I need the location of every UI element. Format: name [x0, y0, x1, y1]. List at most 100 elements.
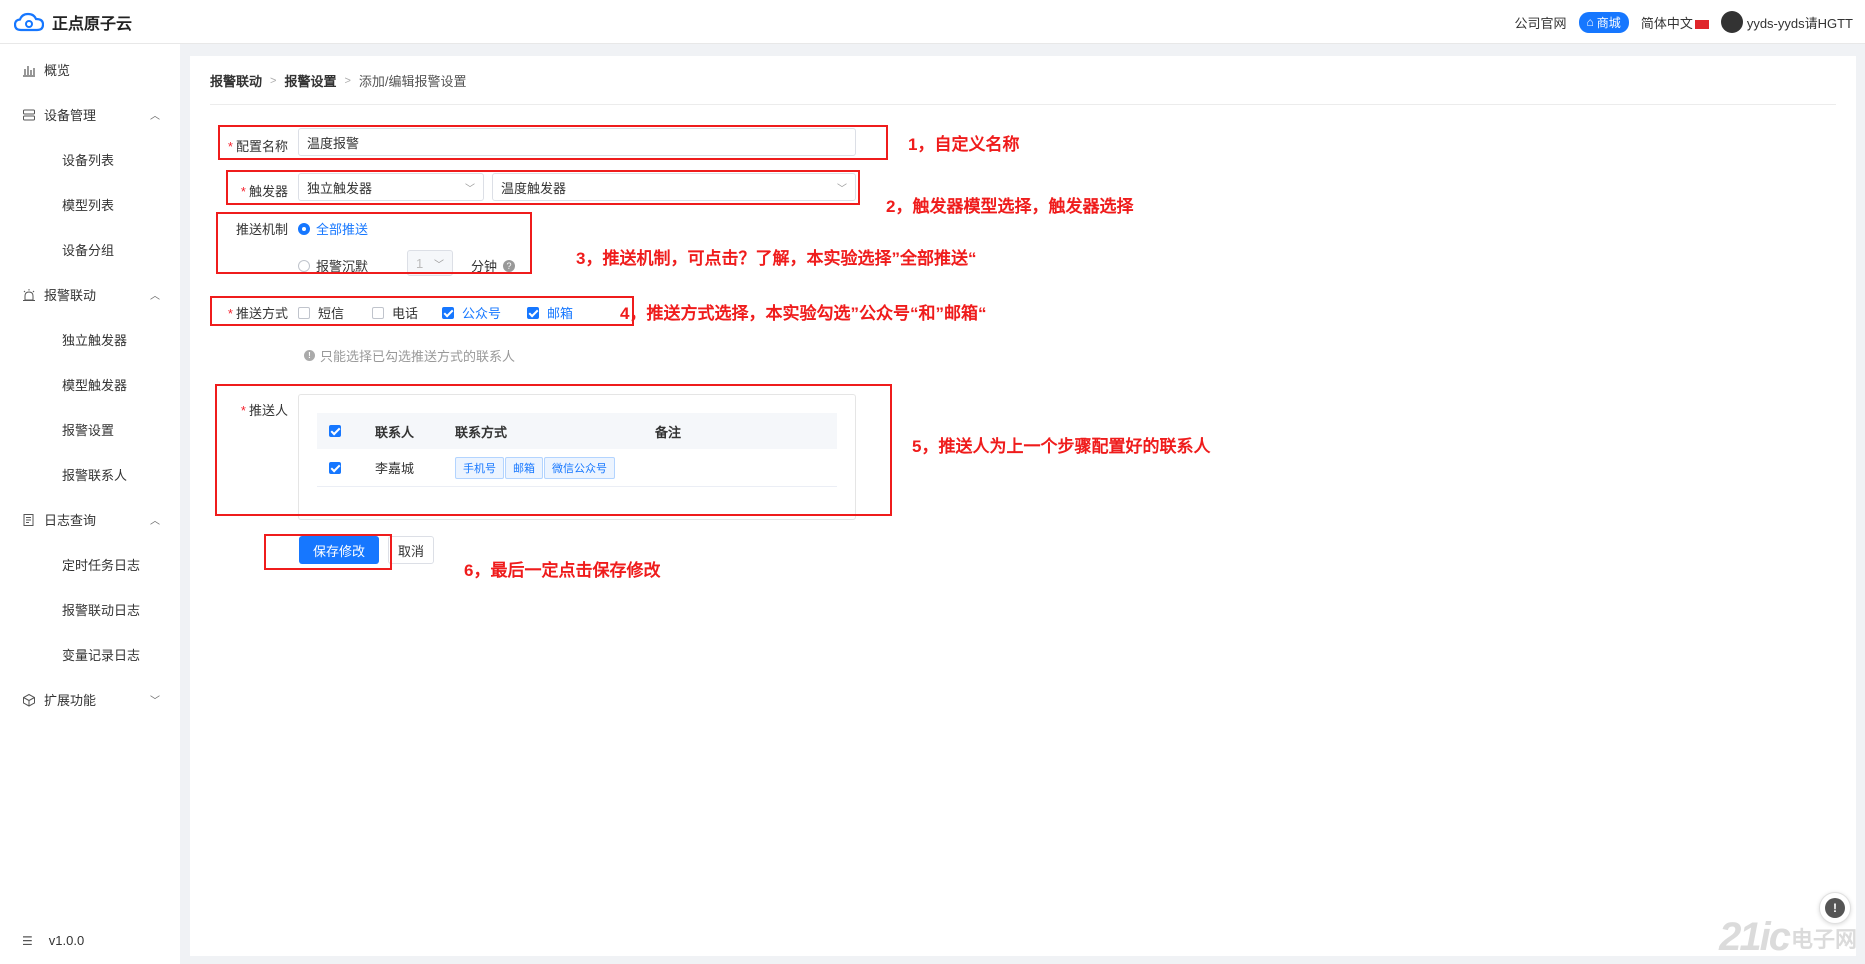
method-email-checkbox[interactable]: 邮箱 — [527, 303, 573, 322]
annotation-text-3: 3，推送机制，可点击？了解，本实验选择”全部推送“ — [576, 249, 977, 268]
sidebar-item-label: 报警联动 — [44, 288, 97, 303]
method-sms-checkbox[interactable]: 短信 — [298, 303, 344, 322]
column-header-note: 备注 — [655, 424, 682, 440]
sidebar-item-label: 设备列表 — [62, 153, 115, 168]
shop-label: 商城 — [1596, 15, 1621, 30]
save-button[interactable]: 保存修改 — [299, 536, 379, 564]
sidebar-item-alarm-contacts[interactable]: 报警联系人 — [0, 452, 180, 497]
method-tag: 微信公众号 — [544, 456, 615, 479]
checkbox-label: 短信 — [318, 306, 345, 321]
chevron-down-icon: ﹀ — [465, 183, 475, 195]
version-info: ☰ v1.0.0 — [22, 933, 84, 948]
config-name-label: * 配置名称 — [226, 136, 288, 155]
field-label: 推送人 — [248, 403, 288, 418]
sidebar-item-label: 变量记录日志 — [62, 648, 141, 663]
radio-dot — [298, 222, 310, 235]
sidebar-item-device-group[interactable]: 设备分组 — [0, 227, 180, 272]
checkbox-box — [329, 461, 341, 474]
sidebar-item-device-management[interactable]: 设备管理 ︿ — [0, 92, 180, 137]
sidebar-item-model-trigger[interactable]: 模型触发器 — [0, 362, 180, 407]
watermark-logo: 21ic — [1719, 915, 1791, 959]
hint-text: 只能选择已勾选推送方式的联系人 — [320, 349, 516, 364]
logo[interactable]: 正点原子云 — [13, 10, 133, 34]
sidebar-item-overview[interactable]: 概览 — [0, 47, 180, 92]
sidebar-item-alarm-settings[interactable]: 报警设置 — [0, 407, 180, 452]
version-label: v1.0.0 — [48, 933, 85, 948]
input-value: 温度报警 — [307, 135, 360, 151]
sidebar-item-label: 日志查询 — [44, 513, 97, 528]
contact-methods: 手机号 邮箱 微信公众号 — [455, 456, 655, 479]
silence-minutes-select[interactable]: 1 ﹀ — [407, 250, 453, 276]
annotation-text-2: 2，触发器模型选择，触发器选择 — [886, 197, 1134, 216]
bar-chart-icon — [22, 63, 36, 77]
breadcrumb-item[interactable]: 报警联动 — [210, 71, 262, 90]
user-menu[interactable]: yyds-yyds请HGTT — [1720, 11, 1853, 33]
sidebar-item-label: 概览 — [44, 63, 71, 78]
chevron-up-icon: ︿ — [150, 516, 160, 527]
flag-icon — [1694, 19, 1709, 29]
select-value: 温度触发器 — [501, 180, 567, 196]
sidebar-item-standalone-trigger[interactable]: 独立触发器 — [0, 317, 180, 362]
sidebar-item-label: 模型列表 — [62, 198, 115, 213]
shop-icon: ⌂ — [1586, 15, 1594, 29]
radio-dot — [298, 259, 310, 272]
row-checkbox[interactable] — [329, 461, 375, 474]
radio-label: 全部推送 — [316, 222, 369, 237]
select-all-checkbox[interactable] — [329, 425, 375, 437]
push-all-radio[interactable]: 全部推送 — [298, 219, 368, 238]
sidebar-item-label: 报警设置 — [62, 423, 115, 438]
required-mark: * — [227, 306, 233, 321]
sidebar-item-scheduled-task-log[interactable]: 定时任务日志 — [0, 542, 180, 587]
sidebar: 概览 设备管理 ︿ 设备列表 模型列表 设备分组 报警联动 ︿ 独立触发器 模型… — [0, 44, 180, 964]
sidebar-item-variable-record-log[interactable]: 变量记录日志 — [0, 632, 180, 677]
watermark-text: 电子网 — [1790, 927, 1857, 952]
header-checkbox-cell — [317, 425, 375, 437]
chevron-down-icon: ﹀ — [150, 696, 160, 707]
field-label: 推送机制 — [235, 222, 288, 237]
sidebar-item-label: 扩展功能 — [44, 693, 97, 708]
shop-button[interactable]: ⌂ 商城 — [1578, 11, 1629, 33]
sidebar-item-extensions[interactable]: 扩展功能 ﹀ — [0, 677, 180, 722]
header-actions: 公司官网 ⌂ 商城 简体中文 yyds-yyds请HGTT — [1515, 0, 1853, 44]
user-name: yyds-yyds请HGTT — [1746, 15, 1853, 31]
cancel-button[interactable]: 取消 — [388, 536, 434, 564]
sidebar-item-alarm-linkage[interactable]: 报警联动 ︿ — [0, 272, 180, 317]
sidebar-item-log-query[interactable]: 日志查询 ︿ — [0, 497, 180, 542]
trigger-type-select[interactable]: 独立触发器 ﹀ — [298, 173, 484, 201]
sidebar-item-alarm-linkage-log[interactable]: 报警联动日志 — [0, 587, 180, 632]
table-row[interactable]: 李嘉城 手机号 邮箱 微信公众号 — [317, 449, 837, 487]
method-wechat-checkbox[interactable]: 公众号 — [442, 303, 501, 322]
official-site-link[interactable]: 公司官网 — [1515, 13, 1567, 32]
cloud-logo-icon — [13, 12, 45, 32]
sidebar-item-label: 报警联系人 — [62, 468, 128, 483]
breadcrumb-item[interactable]: 报警设置 — [284, 71, 336, 90]
checkbox-box — [372, 306, 384, 319]
chevron-down-icon: ﹀ — [434, 259, 444, 271]
method-tag: 手机号 — [455, 456, 504, 479]
trigger-select[interactable]: 温度触发器 ﹀ — [492, 173, 856, 201]
select-value: 1 — [416, 255, 424, 271]
unit-label: 分钟 — [471, 259, 498, 274]
logo-text: 正点原子云 — [52, 15, 133, 33]
cube-icon — [22, 693, 36, 707]
push-mechanism-label: 推送机制 — [226, 219, 288, 238]
checkbox-label: 电话 — [392, 306, 419, 321]
config-name-input[interactable]: 温度报警 — [298, 128, 856, 156]
breadcrumb: 报警联动 > 报警设置 > 添加/编辑报警设置 — [210, 71, 467, 90]
checkbox-box — [527, 306, 539, 319]
push-silence-radio[interactable]: 报警沉默 — [298, 256, 368, 275]
collapse-menu-icon[interactable]: ☰ — [22, 934, 33, 948]
method-phone-checkbox[interactable]: 电话 — [372, 303, 418, 322]
chevron-up-icon: ︿ — [150, 111, 160, 122]
sidebar-item-device-list[interactable]: 设备列表 — [0, 137, 180, 182]
checkbox-box — [329, 425, 341, 437]
row-checkbox-cell — [317, 461, 375, 474]
sidebar-item-model-list[interactable]: 模型列表 — [0, 182, 180, 227]
field-label: 触发器 — [248, 184, 288, 199]
field-label: 配置名称 — [235, 139, 288, 154]
language-selector[interactable]: 简体中文 — [1641, 13, 1709, 32]
help-icon[interactable]: ? — [503, 259, 516, 272]
annotation-text-4: 4，推送方式选择，本实验勾选”公众号“和”邮箱“ — [620, 304, 987, 323]
log-icon — [22, 513, 36, 527]
radio-label: 报警沉默 — [316, 259, 369, 274]
